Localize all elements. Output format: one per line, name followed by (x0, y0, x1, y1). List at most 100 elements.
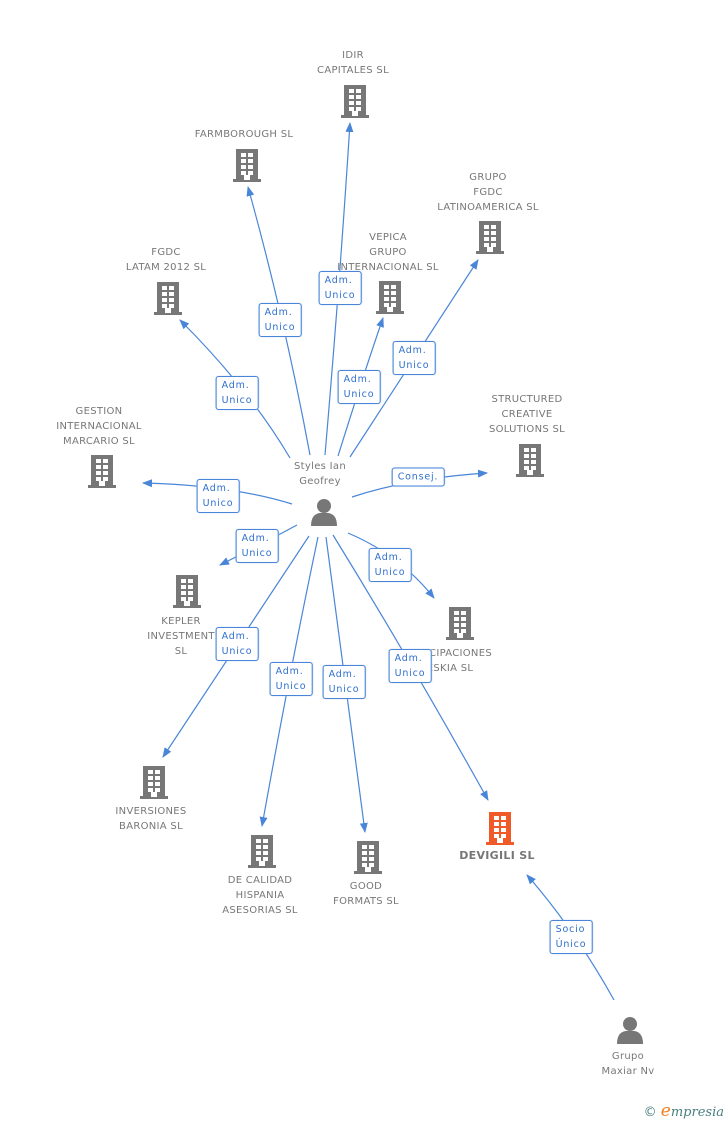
building-icon[interactable] (152, 281, 184, 319)
node-label-line: GOOD (349, 881, 383, 892)
node-label-line: INVERSIONES (115, 806, 187, 817)
node-label-center[interactable]: Styles Ian Geofrey (294, 459, 346, 489)
edge-label-line: Adm. (275, 666, 304, 677)
node-label-line: LATAM 2012 SL (125, 262, 207, 273)
building-icon[interactable] (374, 280, 406, 318)
edge-label-idir[interactable]: Adm. Unico (318, 271, 362, 305)
edge-label-line: Unico (343, 389, 375, 400)
building-icon[interactable] (514, 443, 546, 481)
building-icon[interactable] (138, 765, 170, 803)
node-label-line: BARONIA SL (119, 821, 183, 832)
building-icon[interactable] (339, 84, 371, 122)
edges-layer (142, 122, 615, 1001)
building-icon[interactable] (352, 840, 384, 878)
node-label-gestion[interactable]: GESTION INTERNACIONAL MARCARIO SL (56, 404, 142, 449)
node-label-idir[interactable]: IDIR CAPITALES SL (317, 48, 389, 78)
node-label-line: Grupo (611, 1051, 645, 1062)
edge-label-gestion[interactable]: Adm. Unico (196, 479, 240, 513)
node-label-line: FARMBOROUGH SL (194, 129, 294, 140)
node-label-calidad[interactable]: DE CALIDAD HISPANIA ASESORIAS SL (222, 873, 298, 918)
node-label-fgdc[interactable]: FGDC LATAM 2012 SL (126, 245, 206, 275)
node-label-grupo[interactable]: GRUPO FGDC LATINOAMERICA SL (437, 170, 539, 215)
edge-label-devigili[interactable]: Socio Único (549, 920, 593, 954)
node-label-line: MARCARIO SL (63, 436, 135, 447)
node-label-devigili[interactable]: DEVIGILI SL (459, 848, 535, 863)
person-icon[interactable] (309, 497, 339, 531)
edge-label-line: Unico (398, 360, 430, 371)
edge-label-good[interactable]: Adm. Unico (322, 665, 366, 699)
edge-label-line: Unico (221, 646, 253, 657)
edge-label-vepica[interactable]: Adm. Unico (337, 370, 381, 404)
node-label-line: CAPITALES SL (317, 65, 389, 76)
node-label-line: GRUPO (369, 247, 407, 258)
node-label-line: ASESORIAS SL (222, 905, 298, 916)
node-label-line: SOLUTIONS SL (488, 424, 566, 435)
node-label-line: GESTION (75, 406, 123, 417)
node-label-line: HISPANIA (235, 890, 285, 901)
node-label-line: VEPICA (369, 232, 407, 243)
node-label-maxiar[interactable]: Grupo Maxiar Nv (602, 1049, 655, 1079)
edge-label-line: Adm. (324, 275, 353, 286)
edge-label-line: Adm. (394, 653, 423, 664)
edge-label-devigili[interactable]: Adm. Unico (388, 649, 432, 683)
building-icon[interactable] (484, 811, 516, 849)
edge-label-line: Unico (324, 290, 356, 301)
empresia-logo: © empresia (643, 1101, 724, 1121)
edge-label-line: Unico (374, 567, 406, 578)
edge-label-line: Único (555, 939, 587, 950)
edge-label-line: Adm. (374, 552, 403, 563)
edge-label-line: Socio (555, 924, 586, 935)
building-icon[interactable] (231, 148, 263, 186)
node-label-line: SL (174, 646, 188, 657)
person-icon[interactable] (615, 1015, 645, 1049)
edge-label-grupo[interactable]: Adm. Unico (392, 341, 436, 375)
building-icon[interactable] (246, 834, 278, 872)
node-label-inversiones[interactable]: INVERSIONES BARONIA SL (115, 804, 186, 834)
node-label-line: FGDC (473, 187, 503, 198)
edge-label-structured[interactable]: Consej. (391, 467, 445, 487)
building-icon[interactable] (474, 220, 506, 258)
edge-label-line: Unico (275, 681, 307, 692)
node-label-line: FORMATS SL (333, 896, 399, 907)
edge-label-line: Unico (221, 395, 253, 406)
node-label-line: KEPLER (161, 616, 201, 627)
edge-label-line: Adm. (202, 483, 231, 494)
edge-label-line: Adm. (221, 631, 250, 642)
node-label-line: GRUPO (469, 172, 507, 183)
edge-label-line: Unico (264, 322, 296, 333)
edge-label-line: Unico (328, 684, 360, 695)
building-icon[interactable] (171, 574, 203, 612)
edge-label-line: Consej. (397, 471, 439, 483)
node-label-line: Geofrey (299, 476, 341, 487)
edge-label-line: Adm. (241, 533, 270, 544)
edge-label-inversiones[interactable]: Adm. Unico (215, 627, 259, 661)
edge-label-line: Adm. (221, 380, 250, 391)
node-label-vepica[interactable]: VEPICA GRUPO INTERNACIONAL SL (337, 230, 439, 275)
node-label-line: Styles Ian (294, 461, 346, 472)
node-label-line: INVESTMENT (147, 631, 215, 642)
edge-label-fgdc[interactable]: Adm. Unico (215, 376, 259, 410)
node-label-line: CREATIVE (501, 409, 553, 420)
edge-label-line: Adm. (264, 307, 293, 318)
node-label-line: IDIR (342, 50, 364, 61)
node-label-line: DEVIGILI SL (459, 849, 535, 862)
edge-label-farm[interactable]: Adm. Unico (258, 303, 302, 337)
edge-label-partic[interactable]: Adm. Unico (368, 548, 412, 582)
edge-label-line: Unico (202, 498, 234, 509)
node-label-line: STRUCTURED (491, 394, 563, 405)
edge-label-kepler[interactable]: Adm. Unico (235, 529, 279, 563)
building-icon[interactable] (86, 454, 118, 492)
node-label-line: Maxiar Nv (601, 1066, 655, 1077)
node-label-line: LATINOAMERICA SL (437, 202, 539, 213)
building-icon[interactable] (444, 606, 476, 644)
edge-label-line: Adm. (398, 345, 427, 356)
node-label-structured[interactable]: STRUCTURED CREATIVE SOLUTIONS SL (489, 392, 565, 437)
node-label-farm[interactable]: FARMBOROUGH SL (195, 127, 294, 142)
edge-label-line: Adm. (343, 374, 372, 385)
edge-label-calidad[interactable]: Adm. Unico (269, 662, 313, 696)
edge-label-line: Unico (241, 548, 273, 559)
node-label-kepler[interactable]: KEPLER INVESTMENT SL (147, 614, 215, 659)
node-label-good[interactable]: GOOD FORMATS SL (333, 879, 399, 909)
node-label-line: FGDC (151, 247, 181, 258)
edge-label-line: Adm. (328, 669, 357, 680)
